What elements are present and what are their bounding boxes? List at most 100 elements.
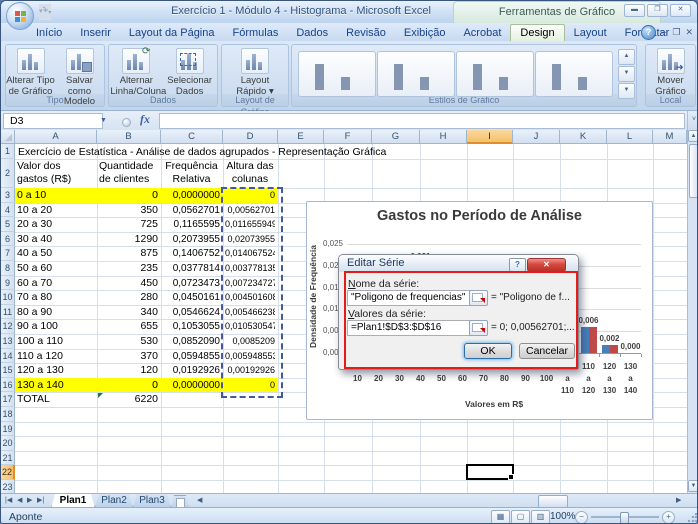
cell-D2[interactable]: Altura das colunas (225, 160, 275, 187)
zoom-out-icon[interactable]: − (575, 511, 588, 524)
column-header-k[interactable]: K (560, 130, 607, 144)
active-cell-I22[interactable] (466, 464, 514, 480)
cell-B7[interactable]: 875 (99, 248, 158, 261)
zoom-in-icon[interactable]: + (662, 511, 675, 524)
cell-C4[interactable]: 0,0562701 (163, 205, 220, 218)
row-header-9[interactable]: 9 (1, 276, 15, 291)
sheet-tab-plan1[interactable]: Plan1 (51, 494, 95, 508)
column-header-e[interactable]: E (278, 130, 324, 144)
row-header-10[interactable]: 10 (1, 290, 15, 305)
cell-C10[interactable]: 0,0450161 (163, 292, 220, 305)
cell-A3[interactable]: 0 a 10 (17, 190, 94, 203)
cell-C8[interactable]: 0,0377814 (163, 263, 220, 276)
cell-A7[interactable]: 40 a 50 (17, 248, 94, 261)
row-header-12[interactable]: 12 (1, 319, 15, 334)
row-header-7[interactable]: 7 (1, 246, 15, 261)
cell-A1[interactable]: Exercício de Estatística - Análise de da… (18, 146, 578, 158)
row-header-6[interactable]: 6 (1, 232, 15, 247)
select-all-corner[interactable] (1, 130, 15, 144)
row-header-15[interactable]: 15 (1, 363, 15, 378)
row-header-19[interactable]: 19 (1, 422, 15, 437)
cell-A9[interactable]: 60 a 70 (17, 278, 94, 291)
vertical-scrollbar[interactable]: ▲ ▼ (687, 130, 698, 493)
cell-A2[interactable]: Valor dos gastos (R$) (17, 160, 94, 187)
cell-B13[interactable]: 530 (99, 336, 158, 349)
cell-C2[interactable]: Frequência Relativa (163, 160, 220, 187)
cell-C16[interactable]: 0,0000000 (163, 380, 220, 393)
cell-A10[interactable]: 70 a 80 (17, 292, 94, 305)
sheet-tab-plan3[interactable]: Plan3 (133, 494, 171, 508)
cell-B2[interactable]: Quantidade de clientes (99, 160, 158, 187)
column-header-j[interactable]: J (513, 130, 560, 144)
cell-C9[interactable]: 0,0723473 (163, 278, 220, 291)
row-header-17[interactable]: 17 (1, 392, 15, 407)
column-header-f[interactable]: F (324, 130, 372, 144)
row-header-1[interactable]: 1 (1, 144, 15, 159)
zoom-slider-thumb[interactable] (620, 512, 629, 524)
next-sheet-icon[interactable]: ▶ (27, 495, 32, 507)
cell-C6[interactable]: 0,2073955 (163, 234, 220, 247)
cell-A4[interactable]: 10 a 20 (17, 205, 94, 218)
page-break-view-icon[interactable]: ▥ (531, 510, 550, 524)
row-header-21[interactable]: 21 (1, 451, 15, 466)
cell-B4[interactable]: 350 (99, 205, 158, 218)
cell-B6[interactable]: 1290 (99, 234, 158, 247)
cell-A8[interactable]: 50 a 60 (17, 263, 94, 276)
column-header-a[interactable]: A (15, 130, 97, 144)
cell-B5[interactable]: 725 (99, 219, 158, 232)
row-header-20[interactable]: 20 (1, 436, 15, 451)
cell-C12[interactable]: 0,1053055 (163, 321, 220, 334)
cell-C7[interactable]: 0,1406752 (163, 248, 220, 261)
page-layout-view-icon[interactable]: ▢ (511, 510, 530, 524)
first-sheet-icon[interactable]: |◀ (5, 495, 12, 507)
column-header-g[interactable]: G (372, 130, 420, 144)
column-header-c[interactable]: C (161, 130, 223, 144)
row-header-4[interactable]: 4 (1, 203, 15, 218)
cell-B14[interactable]: 370 (99, 351, 158, 364)
cell-C11[interactable]: 0,0546624 (163, 307, 220, 320)
row-header-8[interactable]: 8 (1, 261, 15, 276)
vertical-scrollbar-thumb[interactable] (689, 144, 698, 198)
cell-B15[interactable]: 120 (99, 365, 158, 378)
last-sheet-icon[interactable]: ▶| (37, 495, 44, 507)
cell-A11[interactable]: 80 a 90 (17, 307, 94, 320)
cell-A6[interactable]: 30 a 40 (17, 234, 94, 247)
cell-B9[interactable]: 450 (99, 278, 158, 291)
cell-B16[interactable]: 0 (99, 380, 158, 393)
resize-grip[interactable] (687, 513, 697, 523)
dialog-close-icon[interactable]: ✕ (527, 258, 566, 272)
cell-A13[interactable]: 100 a 110 (17, 336, 94, 349)
cell-A14[interactable]: 110 a 120 (17, 351, 94, 364)
cell-A16[interactable]: 130 a 140 (17, 380, 94, 393)
column-header-b[interactable]: B (97, 130, 161, 144)
office-button[interactable] (6, 2, 34, 30)
hscroll-right-icon[interactable]: ▶ (676, 496, 681, 504)
cell-C15[interactable]: 0,0192926 (163, 365, 220, 378)
row-header-2[interactable]: 2 (1, 159, 15, 188)
row-header-5[interactable]: 5 (1, 217, 15, 232)
cell-A17[interactable]: TOTAL (17, 394, 94, 407)
dialog-help-icon[interactable]: ? (509, 258, 526, 272)
hscroll-left-icon[interactable]: ◀ (197, 496, 202, 504)
column-header-l[interactable]: L (607, 130, 653, 144)
cell-B12[interactable]: 655 (99, 321, 158, 334)
vscroll-down-icon[interactable]: ▼ (688, 480, 698, 492)
cell-B11[interactable]: 340 (99, 307, 158, 320)
cell-A15[interactable]: 120 a 130 (17, 365, 94, 378)
cell-C13[interactable]: 0,0852090 (163, 336, 220, 349)
column-header-i[interactable]: I (467, 130, 513, 144)
cell-B8[interactable]: 235 (99, 263, 158, 276)
sheet-tab-plan2[interactable]: Plan2 (95, 494, 133, 508)
cell-A5[interactable]: 20 a 30 (17, 219, 94, 232)
cell-B10[interactable]: 280 (99, 292, 158, 305)
cell-C5[interactable]: 0,1165595 (163, 219, 220, 232)
cell-C3[interactable]: 0,0000000 (163, 190, 220, 203)
prev-sheet-icon[interactable]: ◀ (17, 495, 22, 507)
normal-view-icon[interactable]: ▦ (491, 510, 510, 524)
row-header-13[interactable]: 13 (1, 334, 15, 349)
row-header-3[interactable]: 3 (1, 188, 15, 203)
row-header-18[interactable]: 18 (1, 407, 15, 422)
column-header-m[interactable]: M (653, 130, 687, 144)
row-header-11[interactable]: 11 (1, 305, 15, 320)
column-header-h[interactable]: H (420, 130, 467, 144)
